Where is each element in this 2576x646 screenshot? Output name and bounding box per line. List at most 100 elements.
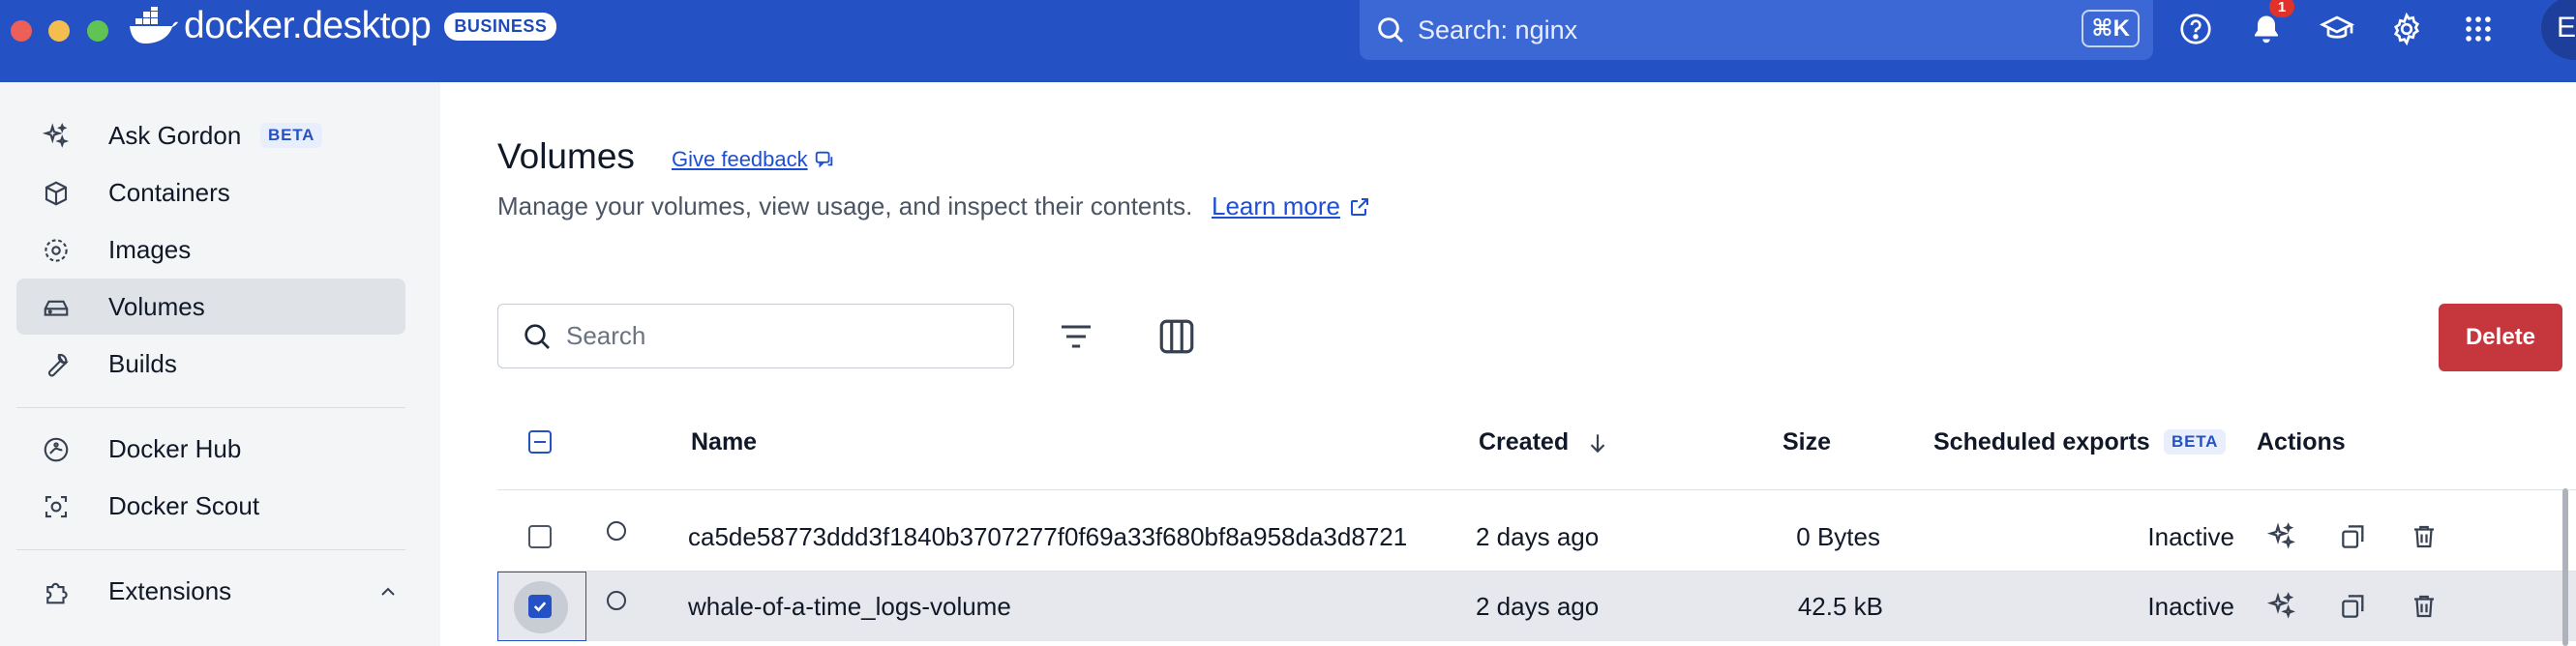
- puzzle-icon: [46, 582, 68, 604]
- column-header-scheduled-exports[interactable]: Scheduled exports: [1933, 428, 2150, 456]
- clone-icon: [2342, 525, 2364, 548]
- ask-gordon-action[interactable]: [2264, 519, 2299, 554]
- in-use-indicator: [607, 521, 626, 541]
- row-checkbox[interactable]: [528, 595, 552, 618]
- main-content: Volumes Give feedback Manage your volume…: [440, 82, 2576, 646]
- delete-action[interactable]: [2407, 589, 2441, 624]
- give-feedback-text: Give feedback: [672, 147, 808, 171]
- volume-created: 2 days ago: [1476, 592, 1600, 621]
- hub-icon: [44, 437, 69, 462]
- help-icon: [2180, 14, 2211, 44]
- notification-count-badge: 1: [2269, 0, 2294, 17]
- sidebar-item-containers[interactable]: Containers: [16, 164, 405, 220]
- ask-gordon-action[interactable]: [2264, 589, 2299, 624]
- sidebar-item-label: Builds: [108, 348, 177, 378]
- beta-badge: BETA: [2164, 429, 2227, 455]
- global-search[interactable]: Search: nginx ⌘K: [1360, 0, 2153, 60]
- sidebar-item-builds[interactable]: Builds: [16, 336, 405, 392]
- clone-action[interactable]: [2336, 519, 2371, 554]
- search-input[interactable]: Search: [497, 304, 1014, 368]
- sidebar-item-label: Docker Hub: [108, 433, 242, 463]
- sidebar-item-volumes[interactable]: Volumes: [16, 279, 405, 335]
- learn-more-link[interactable]: Learn more: [1212, 191, 1371, 221]
- sidebar-item-label: Images: [108, 234, 192, 264]
- table-row[interactable]: whale-of-a-time_logs-volume 2 days ago 4…: [497, 572, 2576, 641]
- image-icon: [45, 239, 68, 262]
- learning-center-button[interactable]: [2316, 8, 2358, 50]
- delete-button[interactable]: Delete: [2439, 304, 2562, 371]
- grid-icon: [2466, 16, 2491, 42]
- search-icon: [524, 323, 550, 349]
- sparkle-icon: [42, 123, 70, 148]
- beta-badge: BETA: [260, 123, 323, 148]
- search-shortcut: ⌘K: [2082, 10, 2140, 47]
- sidebar-item-images[interactable]: Images: [16, 221, 405, 278]
- help-button[interactable]: [2174, 8, 2217, 50]
- row-checkbox[interactable]: [528, 525, 552, 548]
- export-status: Inactive: [2147, 522, 2234, 551]
- trash-icon: [2414, 595, 2434, 618]
- search-placeholder: Search: [566, 321, 646, 350]
- feedback-icon: [815, 151, 832, 168]
- table-row[interactable]: ca5de58773ddd3f1840b3707277f0f69a33f680b…: [497, 502, 2576, 572]
- clone-icon: [2342, 595, 2364, 618]
- volume-size: 0 Bytes: [1796, 522, 1880, 551]
- volume-created: 2 days ago: [1476, 522, 1600, 551]
- sidebar-divider: [16, 549, 405, 550]
- sidebar-item-docker-hub[interactable]: Docker Hub: [16, 421, 405, 477]
- clone-action[interactable]: [2336, 589, 2371, 624]
- export-status: Inactive: [2147, 592, 2234, 621]
- sidebar-item-label: Ask Gordon: [108, 120, 242, 150]
- sidebar-item-label: Extensions: [108, 575, 232, 605]
- select-all-checkbox[interactable]: [528, 430, 552, 454]
- sidebar-divider: [16, 407, 405, 408]
- sidebar-item-label: Volumes: [108, 291, 205, 321]
- column-header-size[interactable]: Size: [1782, 428, 1831, 456]
- gear-icon: [2393, 12, 2420, 46]
- docker-whale-icon: [130, 7, 178, 44]
- columns-button[interactable]: [1152, 311, 1202, 362]
- filter-button[interactable]: [1051, 311, 1101, 362]
- table-scrollbar[interactable]: [2562, 488, 2568, 646]
- wrench-icon: [47, 353, 70, 377]
- volume-name[interactable]: whale-of-a-time_logs-volume: [688, 592, 1011, 622]
- user-avatar[interactable]: E: [2541, 0, 2576, 60]
- column-header-created-label: Created: [1479, 428, 1570, 455]
- volume-name[interactable]: ca5de58773ddd3f1840b3707277f0f69a33f680b…: [688, 522, 1408, 552]
- title-bar: docker.desktop BUSINESS Search: nginx ⌘K…: [0, 0, 2576, 82]
- sidebar-item-label: Containers: [108, 177, 230, 207]
- column-header-created[interactable]: Created: [1479, 428, 1605, 456]
- give-feedback-link[interactable]: Give feedback: [672, 147, 835, 172]
- plan-badge: BUSINESS: [444, 12, 557, 41]
- sidebar-item-docker-scout[interactable]: Docker Scout: [16, 478, 405, 534]
- trash-icon: [2414, 525, 2434, 548]
- header-divider: [497, 489, 2576, 490]
- minimize-window-button[interactable]: [48, 20, 70, 42]
- volume-icon: [44, 300, 69, 316]
- avatar-initial: E: [2557, 12, 2576, 44]
- settings-button[interactable]: [2385, 8, 2428, 50]
- filter-icon: [1062, 325, 1091, 348]
- sidebar-item-label: Docker Scout: [108, 490, 260, 520]
- delete-action[interactable]: [2407, 519, 2441, 554]
- learn-more-text: Learn more: [1212, 191, 1340, 220]
- sidebar-item-ask-gordon[interactable]: Ask Gordon BETA: [16, 107, 405, 163]
- page-subtitle: Manage your volumes, view usage, and ins…: [497, 191, 1193, 220]
- close-window-button[interactable]: [11, 20, 32, 42]
- brand-name: docker.desktop: [184, 5, 432, 46]
- column-header-actions: Actions: [2257, 428, 2346, 455]
- sidebar: Ask Gordon BETA Containers Images Volume…: [0, 82, 440, 646]
- scout-icon: [45, 495, 68, 518]
- volume-size: 42.5 kB: [1797, 592, 1883, 621]
- chevron-up-icon[interactable]: [376, 580, 400, 603]
- column-header-name[interactable]: Name: [691, 428, 757, 456]
- search-icon: [1378, 17, 1404, 44]
- sidebar-item-extensions[interactable]: Extensions: [16, 563, 405, 619]
- sort-down-icon: [1590, 434, 1605, 454]
- sparkle-icon: [2266, 592, 2295, 619]
- zoom-window-button[interactable]: [87, 20, 108, 42]
- columns-icon: [1159, 319, 1194, 354]
- external-link-icon: [1350, 197, 1368, 216]
- page-title: Volumes: [497, 136, 635, 176]
- apps-grid-button[interactable]: [2457, 8, 2500, 50]
